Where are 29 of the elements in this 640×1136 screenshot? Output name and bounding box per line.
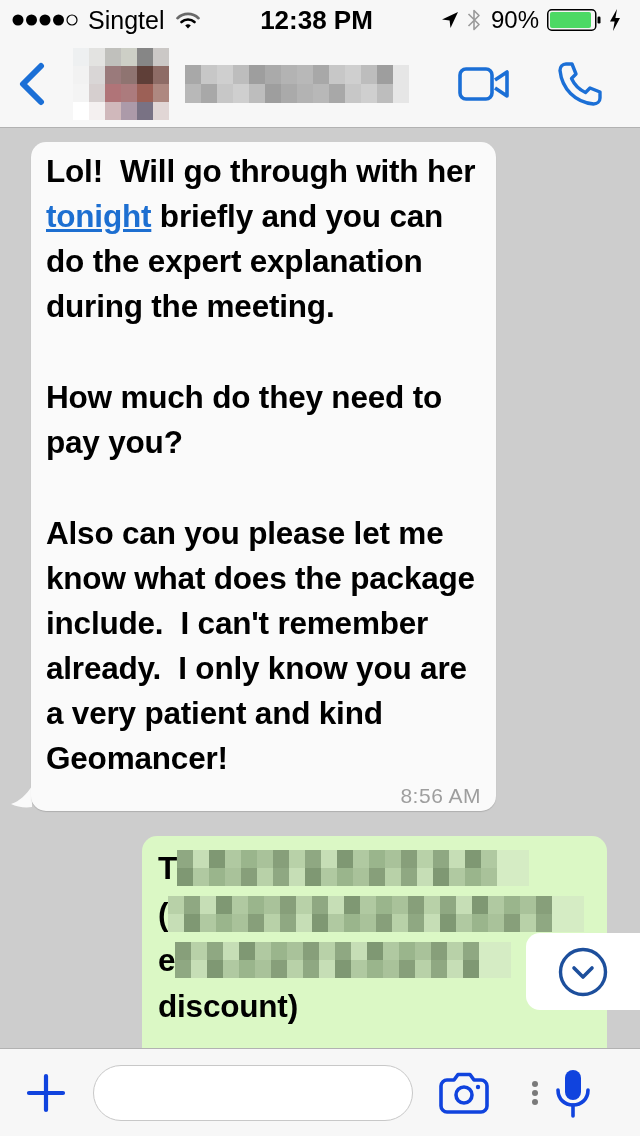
message-text: ( [158,894,169,934]
pixelated-name[interactable] [185,64,409,103]
message-text: e [158,940,176,980]
message-time: 8:56 AM [400,784,481,807]
charging-bolt-icon [609,9,621,31]
video-call-icon[interactable] [458,66,510,101]
back-chevron-icon[interactable] [17,61,45,106]
message-text: discount) [158,986,298,1026]
location-arrow-icon [440,11,459,29]
wifi-icon [176,11,201,29]
battery-percent: 90% [490,6,539,34]
vertical-dots-icon[interactable] [531,1079,539,1106]
battery-icon [547,9,601,31]
phone-call-icon[interactable] [557,60,603,107]
signal-strength-icon [12,14,78,26]
bluetooth-icon [466,7,481,33]
carrier-name: Singtel [88,5,165,35]
microphone-icon[interactable] [555,1067,591,1118]
message-text: Lol! Will go through with her tonight briefly and you can do the expert explanation during the meeting. [46,152,477,326]
chevron-down-circle-icon [558,946,608,997]
message-text: T [158,848,178,888]
plus-icon[interactable] [26,1072,66,1113]
scroll-down-button[interactable] [526,933,640,1010]
status-time: 12:38 PM [260,4,373,36]
camera-icon[interactable] [439,1071,489,1114]
pixelated-avatar[interactable] [73,47,169,120]
message-text: How much do they need to pay you? [46,378,443,462]
message-text: Also can you please let me know what does the package include. I can't remember already. I only know you are a very patient and kind Geomancer! [46,514,476,778]
link-text[interactable]: tonight [46,198,152,234]
